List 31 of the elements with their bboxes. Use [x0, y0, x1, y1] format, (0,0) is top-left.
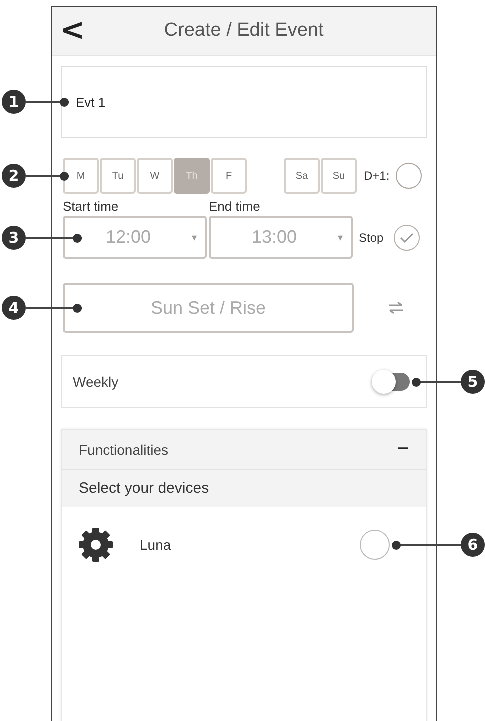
day-button[interactable]: F: [211, 158, 247, 194]
gear-icon: [78, 527, 114, 563]
collapse-button[interactable]: −: [397, 438, 409, 461]
time-label: Start time: [63, 199, 120, 214]
callout-number: 2: [2, 164, 26, 188]
back-button[interactable]: <: [60, 16, 80, 46]
time-label: End time: [209, 199, 262, 214]
callout-number: 1: [2, 90, 26, 114]
callout-number: 6: [461, 533, 485, 557]
device-name: Luna: [140, 537, 172, 553]
stop-label: Stop: [359, 230, 384, 244]
panel-title: Functionalities: [79, 442, 168, 458]
stop-checkbox[interactable]: [394, 224, 420, 250]
callout-number: 3: [2, 226, 26, 250]
callout-number: 5: [461, 370, 485, 394]
weekly-label: Weekly: [73, 374, 119, 390]
device-radio[interactable]: [360, 530, 390, 560]
next-day-checkbox[interactable]: [396, 163, 422, 189]
subheader-text: Select your devices: [79, 480, 210, 497]
weekly-toggle[interactable]: [374, 372, 410, 390]
swap-icon[interactable]: [388, 302, 404, 314]
tick-icon: [400, 232, 414, 242]
next-day-label: D+1:: [364, 169, 390, 183]
day-button[interactable]: W: [137, 158, 173, 194]
day-button[interactable]: Sa: [284, 158, 320, 194]
name-field[interactable]: Evt 1: [61, 66, 427, 138]
day-button[interactable]: Tu: [100, 158, 136, 194]
day-button[interactable]: Su: [321, 158, 357, 194]
callout-number: 4: [2, 296, 26, 320]
day-button[interactable]: M: [63, 158, 99, 194]
screen-title: Create / Edit Event: [163, 20, 325, 42]
